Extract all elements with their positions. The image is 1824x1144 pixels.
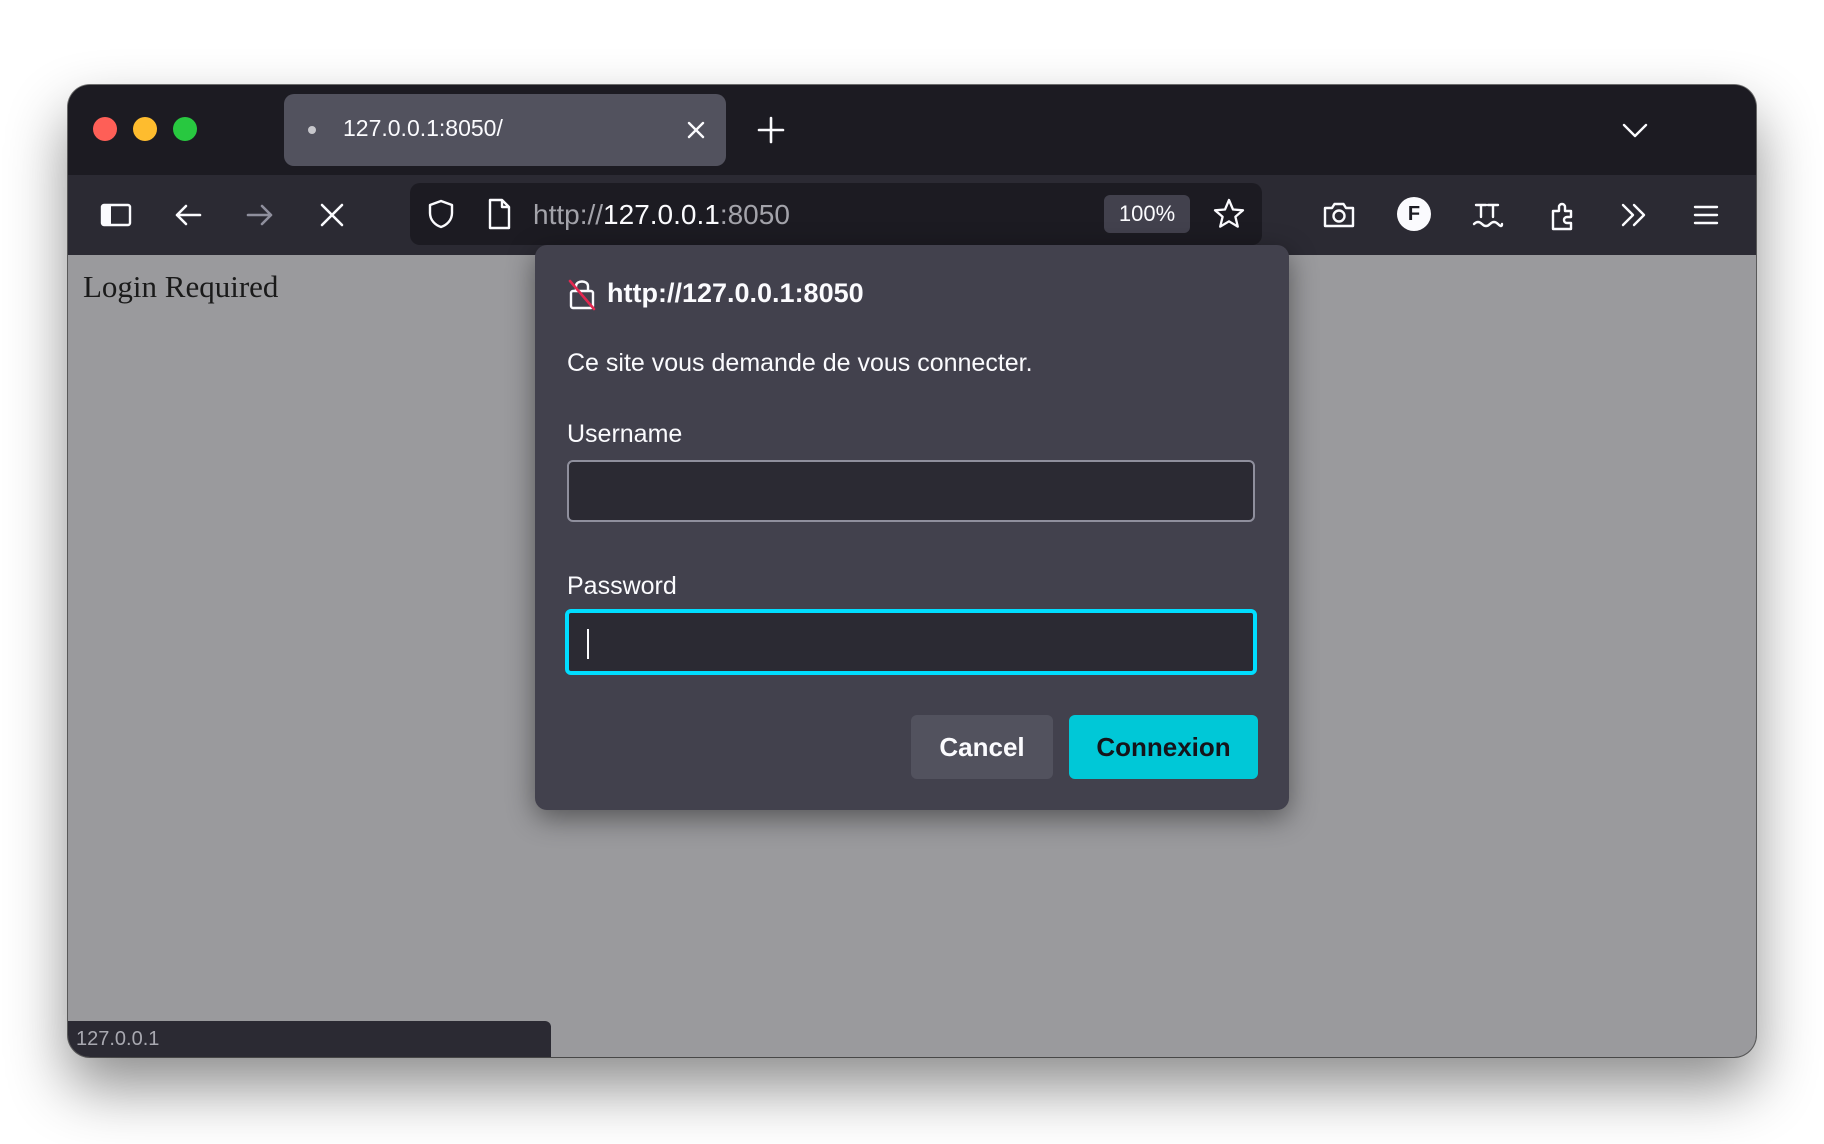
close-tab-icon[interactable] bbox=[684, 118, 708, 142]
auth-dialog: http://127.0.0.1:8050 Ce site vous deman… bbox=[535, 245, 1289, 810]
forward-icon[interactable] bbox=[242, 197, 278, 233]
extensions-icon[interactable] bbox=[1545, 197, 1581, 233]
profile-avatar[interactable]: F bbox=[1397, 197, 1431, 231]
overflow-icon[interactable] bbox=[1616, 197, 1652, 233]
tab-title: 127.0.0.1:8050/ bbox=[343, 115, 503, 141]
zoom-level-button[interactable]: 100% bbox=[1104, 195, 1190, 233]
password-field[interactable] bbox=[565, 609, 1257, 675]
username-field[interactable] bbox=[567, 460, 1255, 522]
url-port: :8050 bbox=[719, 199, 790, 230]
back-icon[interactable] bbox=[170, 197, 206, 233]
url-scheme: http:// bbox=[533, 199, 604, 230]
screenshot-icon[interactable] bbox=[1321, 197, 1357, 233]
password-label: Password bbox=[567, 572, 677, 600]
page-heading: Login Required bbox=[83, 269, 279, 304]
minimize-window-button[interactable] bbox=[133, 117, 157, 141]
list-tabs-chevron-down-icon[interactable] bbox=[1620, 115, 1650, 145]
translate-icon[interactable] bbox=[1469, 197, 1505, 233]
close-window-button[interactable] bbox=[93, 117, 117, 141]
status-bar: 127.0.0.1 bbox=[68, 1021, 551, 1057]
dialog-message: Ce site vous demande de vous connecter. bbox=[567, 349, 1033, 377]
new-tab-plus-icon[interactable] bbox=[754, 113, 788, 147]
url-text[interactable]: http://127.0.0.1:8050 bbox=[533, 199, 790, 231]
browser-window: 127.0.0.1:8050/ http://127.0.0.1:8050 10… bbox=[68, 85, 1756, 1057]
text-caret bbox=[587, 629, 589, 659]
menu-icon[interactable] bbox=[1688, 197, 1724, 233]
star-icon[interactable] bbox=[1212, 197, 1246, 231]
loading-dot-icon bbox=[308, 126, 316, 134]
shield-icon[interactable] bbox=[424, 197, 458, 231]
navigation-toolbar: http://127.0.0.1:8050 100% F bbox=[68, 175, 1756, 255]
cancel-button[interactable]: Cancel bbox=[911, 715, 1053, 779]
zoom-window-button[interactable] bbox=[173, 117, 197, 141]
url-bar[interactable]: http://127.0.0.1:8050 100% bbox=[410, 183, 1262, 245]
tab-active[interactable]: 127.0.0.1:8050/ bbox=[284, 94, 726, 166]
dialog-origin: http://127.0.0.1:8050 bbox=[607, 278, 864, 308]
lock-insecure-icon bbox=[567, 277, 597, 311]
stop-icon[interactable] bbox=[314, 197, 350, 233]
sidebar-icon[interactable] bbox=[98, 197, 134, 233]
connexion-button[interactable]: Connexion bbox=[1069, 715, 1258, 779]
username-label: Username bbox=[567, 420, 683, 448]
page-icon[interactable] bbox=[484, 197, 514, 231]
url-host: 127.0.0.1 bbox=[603, 199, 720, 230]
tab-bar: 127.0.0.1:8050/ bbox=[68, 85, 1756, 175]
